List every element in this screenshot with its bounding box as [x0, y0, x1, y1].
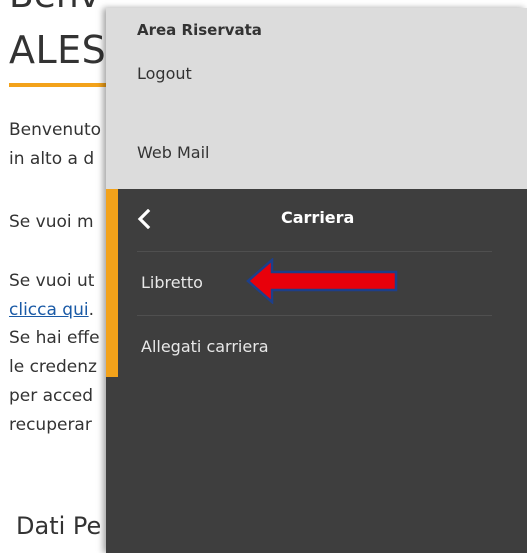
link-line: clicca qui.	[9, 298, 94, 322]
menu-divider	[137, 315, 492, 316]
area-riservata-title: Area Riservata	[137, 21, 262, 39]
reserved-area-section: Area Riservata Logout Web Mail	[106, 8, 527, 189]
section-title: Dati Pe	[16, 512, 102, 540]
info-text-2: Se vuoi ut	[9, 271, 95, 291]
chevron-left-icon[interactable]	[137, 207, 157, 231]
info-text-3: Se hai effe	[9, 328, 100, 348]
carriera-title: Carriera	[281, 208, 355, 227]
menu-divider	[137, 251, 492, 252]
webmail-link[interactable]: Web Mail	[137, 143, 209, 162]
link-period: .	[88, 300, 95, 320]
page-heading-partial: Benv	[9, 0, 100, 16]
libretto-menu-item[interactable]: Libretto	[141, 273, 203, 292]
clicca-qui-link[interactable]: clicca qui	[9, 300, 89, 320]
info-text-5: per acced	[9, 386, 94, 406]
heading-underline	[9, 83, 109, 87]
info-text-4: le credenz	[9, 357, 97, 377]
logout-link[interactable]: Logout	[137, 64, 192, 83]
red-arrow-annotation	[246, 258, 398, 304]
allegati-carriera-menu-item[interactable]: Allegati carriera	[141, 337, 269, 356]
instructions-text: in alto a d	[9, 149, 95, 169]
carriera-header: Carriera	[106, 189, 527, 251]
info-text: Se vuoi m	[9, 212, 94, 232]
user-name-heading: ALES	[9, 28, 107, 72]
welcome-text: Benvenuto	[9, 120, 102, 140]
info-text-6: recuperar	[9, 415, 92, 435]
